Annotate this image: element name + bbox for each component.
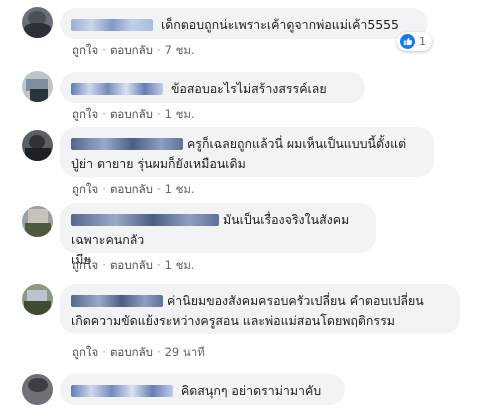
timestamp[interactable]: 7 ชม. <box>165 43 195 57</box>
avatar[interactable] <box>22 374 53 405</box>
like-link[interactable]: ถูกใจ <box>72 107 98 121</box>
reply-link[interactable]: ตอบกลับ <box>110 345 153 359</box>
avatar[interactable] <box>22 7 53 38</box>
comment-author[interactable] <box>71 137 183 150</box>
comment-actions: ถูกใจ · ตอบกลับ · 1 ชม. <box>72 258 195 272</box>
comment-author[interactable] <box>71 384 173 397</box>
reply-link[interactable]: ตอบกลับ <box>110 43 153 57</box>
comment-actions: ถูกใจ · ตอบกลับ · 1 ชม. <box>72 107 195 121</box>
timestamp[interactable]: 1 ชม. <box>165 182 195 196</box>
comment-text: ข้อสอบอะไรไม่สร้างสรรค์เลย <box>170 81 327 96</box>
like-link[interactable]: ถูกใจ <box>72 345 98 359</box>
comment-text-line2: เกิดความขัดแย้งระหว่างครูสอน และพ่อแม่สอ… <box>71 313 395 328</box>
timestamp[interactable]: 29 นาที <box>165 345 205 359</box>
timestamp[interactable]: 1 ชม. <box>165 258 195 272</box>
like-link[interactable]: ถูกใจ <box>72 43 98 57</box>
reply-link[interactable]: ตอบกลับ <box>110 258 153 272</box>
comment-bubble: มันเป็นเรื่องจริงในสังคม เฉพาะคนกลัว เมี… <box>60 203 376 267</box>
avatar[interactable] <box>22 71 53 102</box>
comment-text-line1: ค่านิยมของสังคมครอบครัวเปลี่ยน คำตอบเปลี… <box>167 293 424 308</box>
like-icon <box>400 34 415 49</box>
like-link[interactable]: ถูกใจ <box>72 182 98 196</box>
comment-author[interactable] <box>71 294 163 307</box>
comment-author[interactable] <box>71 18 153 31</box>
comment-text: คิดสนุกๆ อย่าดราม่ามาคับ <box>180 383 322 398</box>
comment-author[interactable] <box>71 213 219 226</box>
avatar[interactable] <box>22 206 53 237</box>
reply-link[interactable]: ตอบกลับ <box>110 182 153 196</box>
avatar[interactable] <box>22 130 53 161</box>
reaction-number: 1 <box>419 35 426 48</box>
comment-text-line2: ปู่ย่า ตายาย รุ่นผมก็ยังเหมือนเดิม <box>71 156 246 171</box>
comment-bubble: คิดสนุกๆ อย่าดราม่ามาคับ <box>60 374 345 405</box>
comment-author[interactable] <box>71 82 163 95</box>
reply-link[interactable]: ตอบกลับ <box>110 107 153 121</box>
comment-actions: ถูกใจ · ตอบกลับ · 1 ชม. <box>72 182 195 196</box>
reaction-count[interactable]: 1 <box>397 32 432 51</box>
comment-bubble: ครูก็เฉลยถูกแล้วนี่ ผมเห็นเป็นแบบนี้ตั้ง… <box>60 127 434 177</box>
comment-bubble: ค่านิยมของสังคมครอบครัวเปลี่ยน คำตอบเปลี… <box>60 284 460 334</box>
comment-bubble: ข้อสอบอะไรไม่สร้างสรรค์เลย <box>60 72 365 103</box>
comment-actions: ถูกใจ · ตอบกลับ · 7 ชม. <box>72 43 195 57</box>
comment-text-line1: ครูก็เฉลยถูกแล้วนี่ ผมเห็นเป็นแบบนี้ตั้ง… <box>187 136 407 151</box>
comment-actions: ถูกใจ · ตอบกลับ · 29 นาที <box>72 345 205 359</box>
comment-bubble: เด็กตอบถูกน่ะเพราะเค้าดูจากพ่อแม่เค้า555… <box>60 8 428 39</box>
timestamp[interactable]: 1 ชม. <box>165 107 195 121</box>
avatar[interactable] <box>22 284 53 315</box>
like-link[interactable]: ถูกใจ <box>72 258 98 272</box>
comment-text: เด็กตอบถูกน่ะเพราะเค้าดูจากพ่อแม่เค้า555… <box>160 17 399 32</box>
